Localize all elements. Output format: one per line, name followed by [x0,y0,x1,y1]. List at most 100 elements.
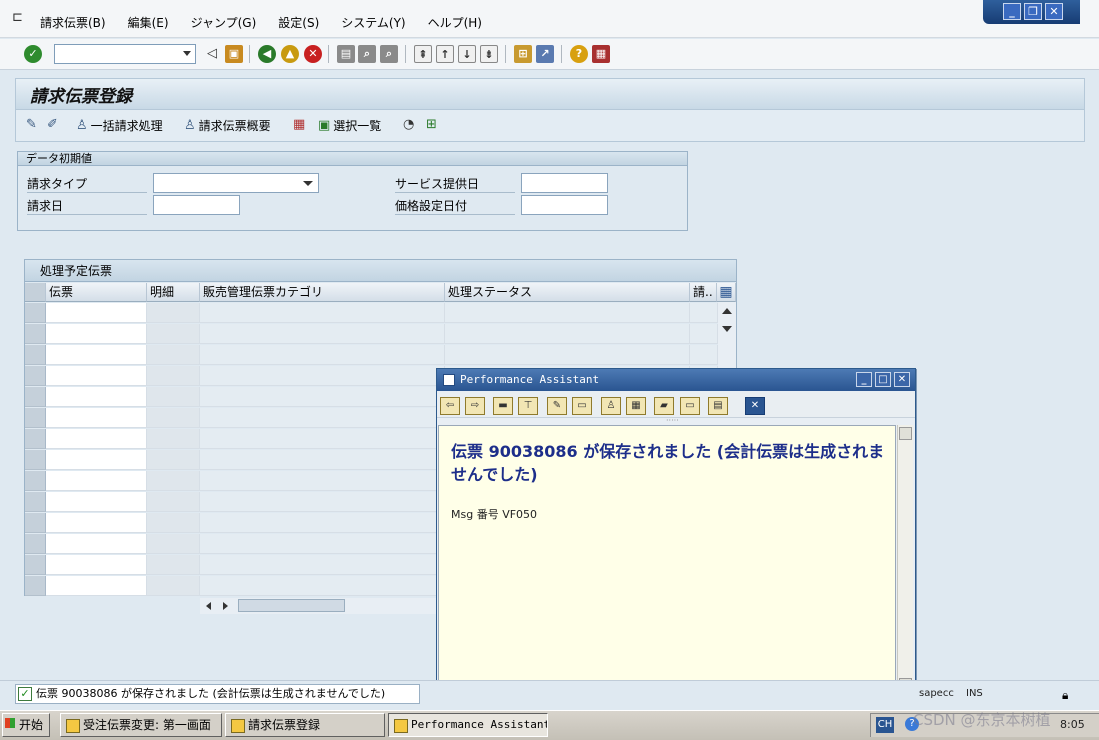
help-icon[interactable]: ? [570,45,588,63]
back-triangle-icon[interactable]: ◁ [203,45,221,63]
chevron-down-icon[interactable] [183,51,191,56]
popup-close-button[interactable]: ✕ [894,372,910,387]
table-cell[interactable] [46,513,147,533]
row-selector[interactable] [25,555,46,575]
next-page-icon[interactable]: ↓ [458,45,476,63]
selection-list-button[interactable]: ▣ 選択一覧 [318,117,381,134]
popup-scrollbar[interactable] [897,425,913,695]
display-icon[interactable]: ✐ [47,117,58,132]
first-page-icon[interactable]: ⇞ [414,45,432,63]
book-icon[interactable]: ▬ [493,397,513,415]
scroll-thumb[interactable] [238,599,345,612]
table-cell[interactable] [46,492,147,512]
bulk-billing-button[interactable]: ♙ 一括請求処理 [76,117,163,134]
task-order-change[interactable]: 受注伝票変更: 第一画面 [60,713,222,737]
table-settings-icon[interactable]: ▦ [717,283,736,302]
menu-goto[interactable]: ジャンプ(G) [191,14,257,31]
edit-icon[interactable]: ✎ [26,117,37,132]
billing-date-field[interactable] [153,195,240,215]
menu-billing[interactable]: 請求伝票(B) [40,14,106,31]
table-cell[interactable] [46,534,147,554]
last-page-icon[interactable]: ⇟ [480,45,498,63]
column-header[interactable]: 販売管理伝票カテゴリ [200,283,445,302]
column-header[interactable]: 請.. [690,283,717,302]
table-icon[interactable]: ▦ [626,397,646,415]
comment-icon[interactable]: ▭ [680,397,700,415]
column-header[interactable]: 伝票 [46,283,147,302]
link-icon[interactable]: ▰ [654,397,674,415]
print-icon[interactable]: ▤ [708,397,728,415]
clock-icon[interactable]: ◔ [403,117,414,132]
command-field[interactable] [54,44,196,64]
menu-edit[interactable]: 編集(E) [128,14,169,31]
service-date-field[interactable] [521,173,608,193]
row-selector[interactable] [25,387,46,407]
row-selector[interactable] [25,429,46,449]
scroll-up-icon[interactable] [722,308,732,314]
table-cell[interactable] [46,387,147,407]
edit-icon[interactable]: ✎ [547,397,567,415]
close-button[interactable]: ✕ [1045,3,1063,20]
chevron-down-icon[interactable] [303,181,313,186]
new-session-icon[interactable]: ⊞ [514,45,532,63]
row-selector[interactable] [25,450,46,470]
table-cell[interactable] [46,303,147,323]
task-billing-create[interactable]: 請求伝票登録 [225,713,385,737]
table-cell[interactable] [46,366,147,386]
popup-minimize-button[interactable]: _ [856,372,872,387]
back-icon[interactable]: ◀ [258,45,276,63]
table-cell[interactable] [46,345,147,365]
table-cell[interactable] [46,576,147,596]
row-selector[interactable] [25,303,46,323]
previous-page-icon[interactable]: ↑ [436,45,454,63]
table-cell[interactable] [46,324,147,344]
pricing-date-field[interactable] [521,195,608,215]
task-performance-assistant[interactable]: Performance Assistant [388,713,548,737]
back-arrow-icon[interactable]: ⇦ [440,397,460,415]
popup-maximize-button[interactable]: □ [875,372,891,387]
print-icon[interactable]: ▤ [337,45,355,63]
row-selector[interactable] [25,492,46,512]
row-selector[interactable] [25,324,46,344]
table-cell[interactable] [46,471,147,491]
enter-icon[interactable]: ✓ [24,45,42,63]
menu-system[interactable]: システム(Y) [341,14,405,31]
menu-settings[interactable]: 設定(S) [278,14,319,31]
scroll-up-icon[interactable] [899,427,912,440]
note-icon[interactable]: ▭ [572,397,592,415]
users-icon[interactable]: ♙ [601,397,621,415]
column-header[interactable]: 処理ステータス [445,283,690,302]
horizontal-scrollbar[interactable] [200,598,440,614]
billing-overview-button[interactable]: ♙ 請求伝票概要 [184,117,271,134]
minimize-button[interactable]: _ [1003,3,1021,20]
row-selector[interactable] [25,366,46,386]
exit-icon[interactable]: ▲ [281,45,299,63]
restore-button[interactable]: ❐ [1024,3,1042,20]
forward-arrow-icon[interactable]: ⇨ [465,397,485,415]
row-selector[interactable] [25,576,46,596]
shortcut-icon[interactable]: ↗ [536,45,554,63]
find-icon[interactable]: ⌕ [358,45,376,63]
scroll-right-icon[interactable] [223,602,228,610]
calendar-icon[interactable]: ▦ [293,117,305,132]
table-cell[interactable] [46,429,147,449]
close-icon[interactable]: ✕ [745,397,765,415]
row-selector[interactable] [25,513,46,533]
row-selector[interactable] [25,408,46,428]
menu-help[interactable]: ヘルプ(H) [428,14,482,31]
find-next-icon[interactable]: ⌕ [380,45,398,63]
table-cell[interactable] [46,555,147,575]
scroll-left-icon[interactable] [206,602,211,610]
layout-menu-icon[interactable]: ▦ [592,45,610,63]
save-icon[interactable]: ▣ [225,45,243,63]
select-all-cell[interactable] [25,283,46,302]
cancel-icon[interactable]: ✕ [304,45,322,63]
row-selector[interactable] [25,345,46,365]
table-cell[interactable] [46,450,147,470]
billing-type-select[interactable] [153,173,319,193]
row-selector[interactable] [25,534,46,554]
window-menu-icon[interactable]: ⊏ [12,10,28,26]
technical-info-icon[interactable]: ⊤ [518,397,538,415]
scroll-down-icon[interactable] [722,326,732,332]
row-selector[interactable] [25,471,46,491]
